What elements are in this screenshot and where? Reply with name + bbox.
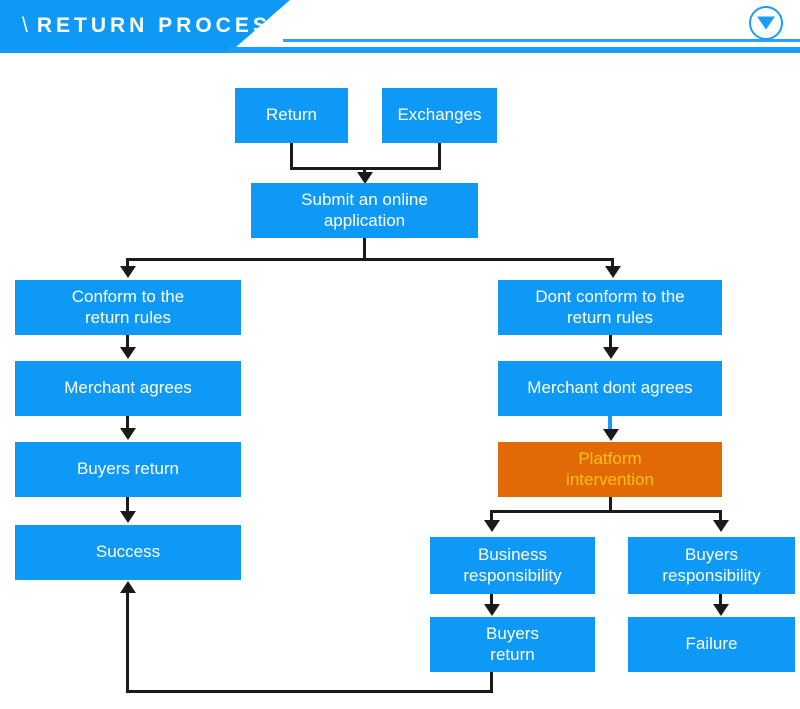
connector-loopback-horizontal xyxy=(126,690,493,693)
node-merchant-agrees-label: Merchant agrees xyxy=(64,378,192,398)
node-business-responsibility[interactable]: Business responsibility xyxy=(430,537,595,594)
node-buyers-return-left[interactable]: Buyers return xyxy=(15,442,241,497)
node-business-responsibility-label: Business responsibility xyxy=(463,545,562,585)
arrowhead-to-merchant-dont-agrees xyxy=(603,347,619,359)
arrowhead-loopback-to-success xyxy=(120,581,136,593)
arrowhead-to-buyers-return-right xyxy=(484,604,500,616)
node-buyers-responsibility-label: Buyers responsibility xyxy=(662,545,761,585)
node-buyers-responsibility[interactable]: Buyers responsibility xyxy=(628,537,795,594)
arrowhead-to-buyers-responsibility xyxy=(713,520,729,532)
arrowhead-to-buyers-return-left xyxy=(120,428,136,440)
arrowhead-to-business-responsibility xyxy=(484,520,500,532)
arrowhead-to-dont-conform xyxy=(605,266,621,278)
node-merchant-dont-agrees[interactable]: Merchant dont agrees xyxy=(498,361,722,416)
node-conform-rules-label: Conform to the return rules xyxy=(71,287,185,327)
node-failure-label: Failure xyxy=(685,634,738,654)
connector-exchanges-down xyxy=(438,143,441,170)
connector-return-down xyxy=(290,143,293,170)
arrowhead-to-failure xyxy=(713,604,729,616)
arrowhead-to-merchant-agrees xyxy=(120,347,136,359)
node-submit-application-label: Submit an online application xyxy=(301,190,428,230)
arrowhead-to-platform-intervention xyxy=(603,429,619,441)
node-dont-conform-rules-label: Dont conform to the return rules xyxy=(535,287,685,327)
node-return[interactable]: Return xyxy=(235,88,348,143)
connector-platform-split xyxy=(490,510,722,513)
node-submit-application[interactable]: Submit an online application xyxy=(251,183,478,238)
flowchart-canvas: Return Exchanges Submit an online applic… xyxy=(0,0,800,709)
node-exchanges[interactable]: Exchanges xyxy=(382,88,497,143)
node-success-label: Success xyxy=(95,542,161,562)
node-dont-conform-rules[interactable]: Dont conform to the return rules xyxy=(498,280,722,335)
node-buyers-return-right[interactable]: Buyers return xyxy=(430,617,595,672)
node-exchanges-label: Exchanges xyxy=(397,105,482,125)
node-buyers-return-right-label: Buyers return xyxy=(486,624,539,664)
arrowhead-to-conform xyxy=(120,266,136,278)
node-conform-rules[interactable]: Conform to the return rules xyxy=(15,280,241,335)
arrowhead-to-success xyxy=(120,511,136,523)
node-failure[interactable]: Failure xyxy=(628,617,795,672)
connector-loopback-up xyxy=(126,592,129,691)
node-merchant-agrees[interactable]: Merchant agrees xyxy=(15,361,241,416)
node-success[interactable]: Success xyxy=(15,525,241,580)
node-platform-intervention[interactable]: Platform intervention xyxy=(498,442,722,497)
node-platform-intervention-label: Platform intervention xyxy=(566,449,654,489)
connector-branch-split xyxy=(126,258,613,261)
node-buyers-return-left-label: Buyers return xyxy=(76,459,180,479)
node-return-label: Return xyxy=(265,105,318,125)
node-merchant-dont-agrees-label: Merchant dont agrees xyxy=(527,378,693,398)
